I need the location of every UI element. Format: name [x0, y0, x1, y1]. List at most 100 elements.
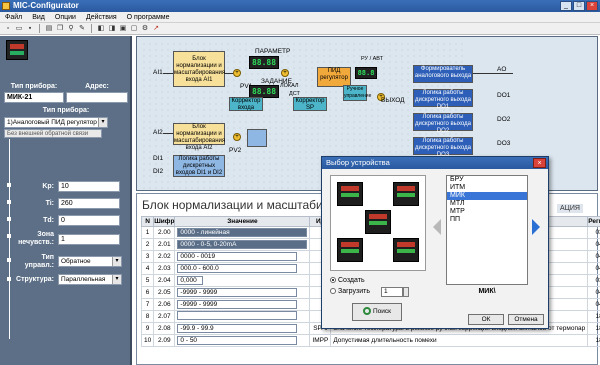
col-n[interactable]: N [140, 216, 155, 227]
next-arrow-icon[interactable] [532, 219, 540, 235]
load-number-input[interactable]: 1 [381, 287, 403, 297]
type-label: Тип прибора: [10, 83, 58, 90]
tool-icon[interactable]: ✎ [78, 25, 86, 33]
row-code-text: 2.04 [158, 277, 171, 284]
row-value-input[interactable]: 0000 - линейная [177, 228, 308, 237]
list-item-selected[interactable]: МИК [447, 192, 527, 200]
cancel-button[interactable]: Отмена [508, 314, 544, 325]
menu-options[interactable]: Опции [50, 12, 81, 22]
analog-output-former-block[interactable]: Формирователь аналогового выхода [413, 65, 473, 83]
write-icon[interactable]: ◨ [108, 25, 116, 33]
connect-icon[interactable]: ▣ [119, 25, 127, 33]
row-value-input[interactable]: 0,000 [177, 276, 204, 285]
create-option[interactable]: Создать [330, 277, 365, 284]
row-value-cell[interactable]: 0 - 50 [174, 334, 311, 347]
row-value-cell[interactable]: 0000 - 0019 [174, 250, 311, 263]
new-icon[interactable]: ▫ [4, 25, 12, 33]
load-option[interactable]: Загрузить [330, 288, 370, 295]
control-type-select[interactable]: Обратное ▾ [58, 256, 122, 267]
do2-logic-block[interactable]: Логика работы дискретного выхода DO2 [413, 113, 473, 134]
row-register-text: 184 [595, 337, 600, 344]
kp-input[interactable]: 10 [58, 181, 120, 192]
row-register: 187 [587, 310, 600, 323]
list-item[interactable]: ПП [447, 216, 527, 224]
row-description: Допустимая длительность помехи [330, 334, 589, 347]
manual-control-block[interactable]: Ручное управление [343, 85, 371, 101]
minimize-button[interactable]: _ [560, 1, 572, 11]
disconnect-icon[interactable]: ▢ [130, 25, 138, 33]
do1-logic-block[interactable]: Логика работы дискретного выхода DO1 [413, 89, 473, 110]
row-value-cell[interactable]: 000.0 - 600.0 [174, 262, 311, 275]
sp-corrector-block[interactable]: Корректор SP [293, 97, 327, 111]
row-value-input[interactable]: 000.0 - 600.0 [177, 264, 298, 273]
device-type-select[interactable]: 1)Аналоговый ПИД регулятор ▾ [4, 117, 108, 128]
row-value-input[interactable]: 0 - 50 [177, 336, 298, 345]
read-icon[interactable]: ◧ [97, 25, 105, 33]
list-item[interactable]: МТР [447, 208, 527, 216]
ai2-scaler-block[interactable] [247, 129, 267, 147]
row-number: 10 [140, 334, 155, 347]
pid-block[interactable]: ПИД регулятор [317, 67, 351, 87]
create-label: Создать [338, 277, 365, 284]
row-code-text: 2.09 [158, 337, 171, 344]
row-value-cell[interactable]: 0,000 [174, 274, 311, 287]
col-register[interactable]: Регистр [587, 216, 600, 227]
td-label: Td: [43, 217, 54, 224]
do3-logic-block[interactable]: Логика работы дискретного выхода DO3 [413, 137, 473, 158]
row-value-input[interactable]: 0000 - 0-5, 0-20mA [177, 240, 308, 249]
feedback-select[interactable]: Без внешней обратной связи [4, 129, 102, 138]
menu-actions[interactable]: Действия [81, 12, 122, 22]
row-value-cell[interactable]: -99.9 - 99.9 [174, 322, 311, 335]
row-value-cell[interactable]: 0000 - линейная [174, 226, 311, 239]
menu-view[interactable]: Вид [27, 12, 50, 22]
row-value-input[interactable]: -9999 - 9999 [177, 288, 298, 297]
ti-input[interactable]: 260 [58, 198, 120, 209]
zone-input[interactable]: 1 [58, 234, 120, 245]
maximize-button[interactable]: □ [573, 1, 585, 11]
print-icon[interactable]: ▤ [45, 25, 53, 33]
row-number: 7 [140, 298, 155, 311]
load-radio[interactable] [330, 288, 336, 295]
row-value-input[interactable]: -99.9 - 99.9 [177, 324, 298, 333]
copy-icon[interactable]: ❐ [56, 25, 64, 33]
list-item[interactable]: ИТМ [447, 184, 527, 192]
ok-button[interactable]: ОК [468, 314, 504, 325]
list-item[interactable]: МТЛ [447, 200, 527, 208]
setup-icon[interactable]: ⚙ [141, 25, 149, 33]
input-corrector-block[interactable]: Корректор входа [229, 97, 263, 111]
close-button[interactable]: × [586, 1, 598, 11]
table-row[interactable]: 10 2.09 0 - 50 IMPP Допустимая длительность … [140, 334, 600, 347]
search-icon [362, 307, 371, 316]
row-value-cell[interactable]: -9999 - 9999 [174, 298, 311, 311]
td-input[interactable]: 0 [58, 215, 120, 226]
save-icon[interactable]: ▪ [26, 25, 34, 33]
row-value-input[interactable] [177, 311, 298, 320]
chart-icon[interactable]: ↗ [152, 25, 160, 33]
row-value-input[interactable]: 0000 - 0019 [177, 252, 298, 261]
search-icon[interactable]: ⚲ [67, 25, 75, 33]
di-logic-block[interactable]: Логика работы дискретных входов DI1 и DI… [173, 155, 225, 177]
dialog-close-button[interactable]: × [533, 158, 546, 168]
menu-file[interactable]: Файл [0, 12, 27, 22]
create-radio[interactable] [330, 277, 336, 284]
list-item[interactable]: БРУ [447, 176, 527, 184]
open-icon[interactable]: ▭ [15, 25, 23, 33]
row-value-cell[interactable]: -9999 - 9999 [174, 286, 311, 299]
ai2-normalization-block[interactable]: Блок нормализации и масштабирования вход… [173, 123, 225, 151]
ai1-normalization-block[interactable]: Блок нормализации и масштабирования вход… [173, 51, 225, 87]
structure-select[interactable]: Параллельная ▾ [58, 274, 122, 285]
row-value-cell[interactable] [174, 310, 311, 323]
load-number-spinner[interactable] [403, 287, 409, 297]
col-code[interactable]: Шифр [153, 216, 176, 227]
row-number-text: 6 [145, 289, 150, 296]
device-type-list[interactable]: БРУ ИТМ МИК МТЛ МТР ПП [446, 175, 528, 285]
row-register-text: 039 [595, 277, 600, 284]
prev-arrow-icon[interactable] [433, 219, 441, 235]
param-label: ПАРАМЕТР [255, 48, 291, 55]
row-value-cell[interactable]: 0000 - 0-5, 0-20mA [174, 238, 311, 251]
menu-about[interactable]: О программе [122, 12, 175, 22]
row-value-input[interactable]: -9999 - 9999 [177, 300, 298, 309]
col-value[interactable]: Значение [174, 216, 311, 227]
row-code: 2.08 [153, 322, 176, 335]
search-button[interactable]: Поиск [352, 303, 402, 321]
